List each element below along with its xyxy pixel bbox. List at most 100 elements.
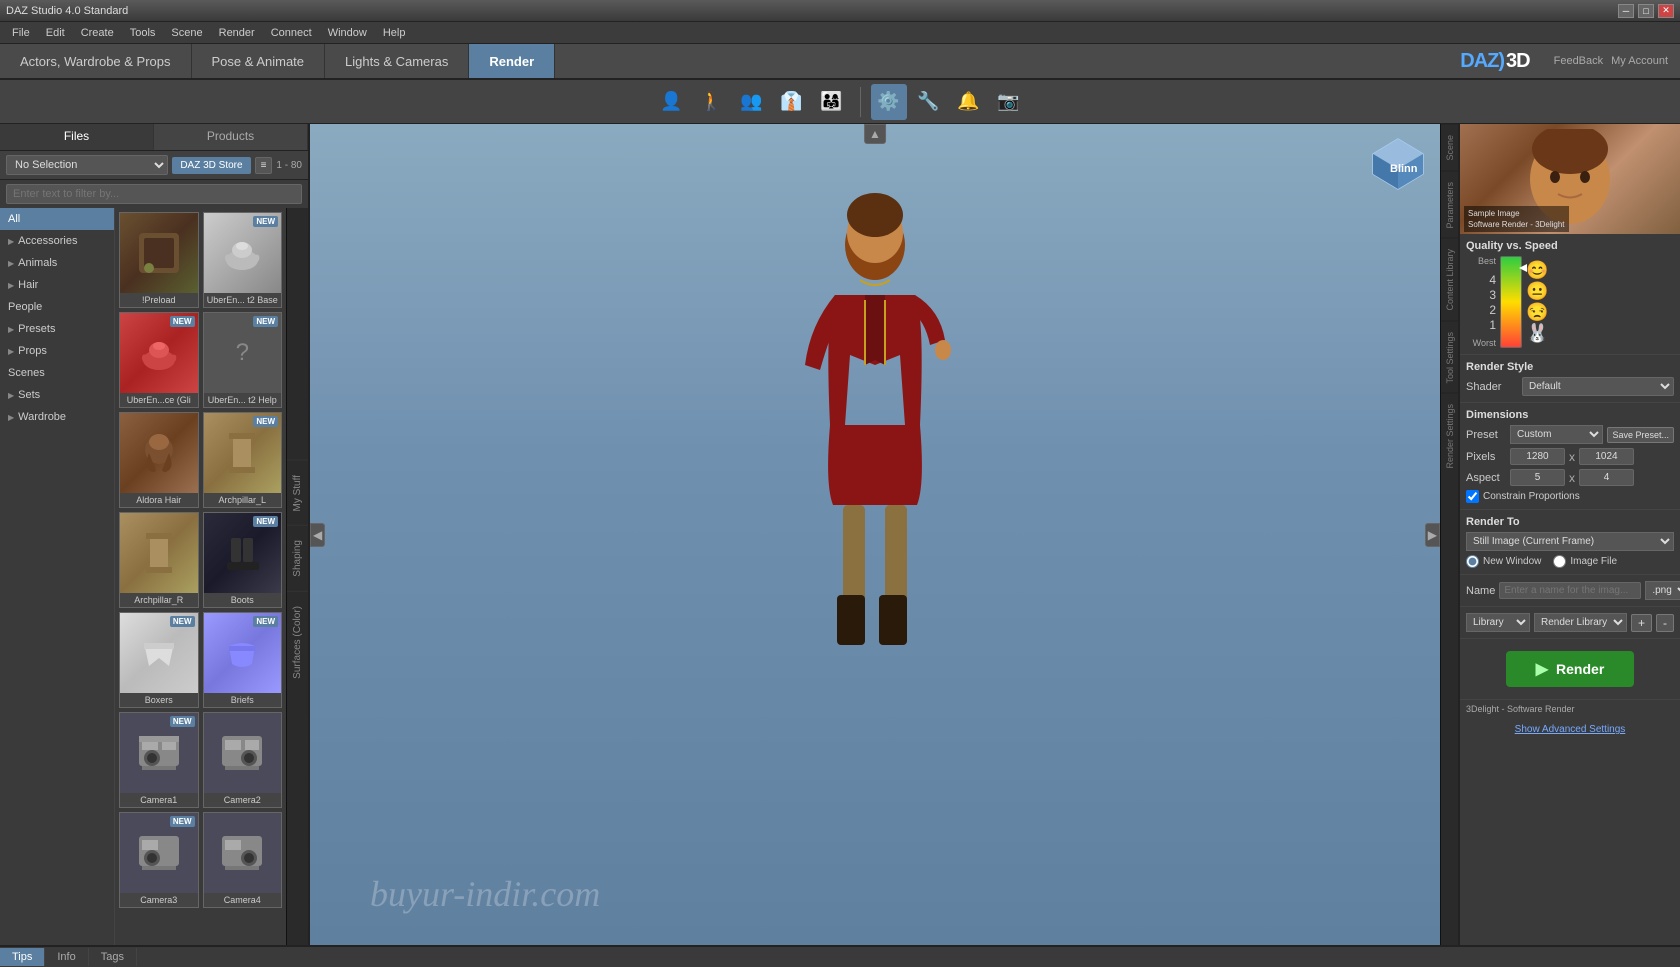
toolbar-icon-walk[interactable]: 🚶 bbox=[694, 84, 730, 120]
rps-tab-render-settings[interactable]: Render Settings bbox=[1441, 393, 1458, 479]
vtab-my-stuff[interactable]: My Stuff bbox=[287, 460, 308, 526]
selection-selector[interactable]: No Selection bbox=[6, 155, 168, 175]
menu-scene[interactable]: Scene bbox=[163, 25, 210, 41]
quality-section: Quality vs. Speed Best 4 3 2 1 Worst bbox=[1460, 234, 1680, 355]
panel-tab-products[interactable]: Products bbox=[154, 124, 308, 150]
library-type-select[interactable]: Library bbox=[1466, 613, 1530, 632]
menu-window[interactable]: Window bbox=[320, 25, 375, 41]
cat-all[interactable]: All bbox=[0, 208, 114, 230]
file-item[interactable]: Camera2 bbox=[203, 712, 283, 808]
left-collapse-arrow[interactable]: ◀ bbox=[310, 523, 325, 547]
aspect-height-input[interactable] bbox=[1579, 469, 1634, 486]
library-name-select[interactable]: Render Library bbox=[1534, 613, 1627, 632]
shader-select[interactable]: Default bbox=[1522, 377, 1674, 396]
file-item[interactable]: ? NEW UberEn... t2 Help bbox=[203, 312, 283, 408]
menu-render[interactable]: Render bbox=[211, 25, 263, 41]
cat-presets[interactable]: ▶Presets bbox=[0, 318, 114, 340]
file-label: Briefs bbox=[204, 693, 282, 707]
bottom-tab-info[interactable]: Info bbox=[45, 948, 88, 966]
toolbar-icon-family[interactable]: 👨‍👩‍👧 bbox=[814, 84, 850, 120]
menu-tools[interactable]: Tools bbox=[122, 25, 164, 41]
my-account-button[interactable]: My Account bbox=[1611, 55, 1668, 67]
tab-actors[interactable]: Actors, Wardrobe & Props bbox=[0, 44, 192, 78]
toolbar-icon-camera[interactable]: 📷 bbox=[991, 84, 1027, 120]
cat-sets[interactable]: ▶Sets bbox=[0, 384, 114, 406]
name-input[interactable] bbox=[1499, 582, 1641, 599]
aspect-width-input[interactable] bbox=[1510, 469, 1565, 486]
image-file-radio[interactable]: Image File bbox=[1553, 555, 1617, 568]
name-format-select[interactable]: .png .jpg bbox=[1645, 581, 1680, 600]
file-label: Archpillar_L bbox=[204, 493, 282, 507]
cat-animals[interactable]: ▶Animals bbox=[0, 252, 114, 274]
library-remove-button[interactable]: - bbox=[1656, 614, 1674, 632]
pixels-width-input[interactable] bbox=[1510, 448, 1565, 465]
menu-file[interactable]: File bbox=[4, 25, 38, 41]
file-item[interactable]: Aldora Hair bbox=[119, 412, 199, 508]
tab-lights[interactable]: Lights & Cameras bbox=[325, 44, 469, 78]
top-collapse-arrow[interactable]: ▲ bbox=[864, 124, 886, 144]
render-to-select[interactable]: Still Image (Current Frame) bbox=[1466, 532, 1674, 551]
daz-store-button[interactable]: DAZ 3D Store bbox=[172, 157, 250, 174]
file-item[interactable]: NEW Boxers bbox=[119, 612, 199, 708]
file-item[interactable]: NEW Boots bbox=[203, 512, 283, 608]
panel-tab-files[interactable]: Files bbox=[0, 124, 154, 150]
toolbar-icon-bell[interactable]: 🔔 bbox=[951, 84, 987, 120]
menu-create[interactable]: Create bbox=[73, 25, 122, 41]
file-item[interactable]: NEW UberEn... t2 Base bbox=[203, 212, 283, 308]
bottom-tab-tags[interactable]: Tags bbox=[89, 948, 137, 966]
cat-props[interactable]: ▶Props bbox=[0, 340, 114, 362]
menu-help[interactable]: Help bbox=[375, 25, 414, 41]
show-advanced-settings[interactable]: Show Advanced Settings bbox=[1460, 718, 1680, 741]
feedback-button[interactable]: FeedBack bbox=[1554, 55, 1604, 67]
tab-pose[interactable]: Pose & Animate bbox=[192, 44, 326, 78]
preview-area: Sample Image Software Render - 3Delight bbox=[1460, 124, 1680, 234]
constrain-checkbox[interactable] bbox=[1466, 490, 1479, 503]
cat-wardrobe[interactable]: ▶Wardrobe bbox=[0, 406, 114, 428]
file-item[interactable]: NEW Camera1 bbox=[119, 712, 199, 808]
rps-tab-parameters[interactable]: Parameters bbox=[1441, 171, 1458, 239]
file-item[interactable]: NEW Archpillar_L bbox=[203, 412, 283, 508]
toolbar-icon-wrench[interactable]: 🔧 bbox=[911, 84, 947, 120]
file-thumbnail bbox=[204, 813, 282, 893]
vtab-surfaces[interactable]: Surfaces (Color) bbox=[287, 591, 308, 693]
file-label: Camera1 bbox=[120, 793, 198, 807]
expand-button[interactable]: ≡ bbox=[255, 157, 273, 174]
save-preset-button[interactable]: Save Preset... bbox=[1607, 427, 1674, 443]
search-input[interactable] bbox=[6, 184, 302, 204]
file-item[interactable]: Camera4 bbox=[203, 812, 283, 908]
right-collapse-arrow[interactable]: ▶ bbox=[1425, 523, 1440, 547]
vtab-shaping[interactable]: Shaping bbox=[287, 525, 308, 591]
file-item[interactable]: Archpillar_R bbox=[119, 512, 199, 608]
rps-tab-content-library[interactable]: Content Library bbox=[1441, 238, 1458, 321]
new-window-radio[interactable]: New Window bbox=[1466, 555, 1541, 568]
toolbar-icon-wardrobe[interactable]: 👔 bbox=[774, 84, 810, 120]
file-item[interactable]: NEW UberEn...ce (Gli bbox=[119, 312, 199, 408]
rps-tab-tool-settings[interactable]: Tool Settings bbox=[1441, 321, 1458, 394]
close-button[interactable]: ✕ bbox=[1658, 4, 1674, 18]
toolbar-icon-person[interactable]: 👤 bbox=[654, 84, 690, 120]
menu-edit[interactable]: Edit bbox=[38, 25, 73, 41]
toolbar-icon-group[interactable]: 👥 bbox=[734, 84, 770, 120]
file-item[interactable]: NEW Camera3 bbox=[119, 812, 199, 908]
file-item[interactable]: NEW Briefs bbox=[203, 612, 283, 708]
rps-tab-scene[interactable]: Scene bbox=[1441, 124, 1458, 171]
cat-hair[interactable]: ▶Hair bbox=[0, 274, 114, 296]
render-button-section: ▶ Render bbox=[1460, 639, 1680, 699]
toolbar-icon-settings[interactable]: ⚙️ bbox=[871, 84, 907, 120]
preset-select[interactable]: Custom bbox=[1510, 425, 1603, 444]
bottom-tab-tips[interactable]: Tips bbox=[0, 948, 45, 966]
tab-render[interactable]: Render bbox=[469, 44, 555, 78]
toolbar: 👤 🚶 👥 👔 👨‍👩‍👧 ⚙️ 🔧 🔔 📷 bbox=[0, 80, 1680, 124]
file-item[interactable]: !Preload bbox=[119, 212, 199, 308]
library-add-button[interactable]: + bbox=[1631, 614, 1652, 632]
left-panel-tabs: Files Products bbox=[0, 124, 308, 151]
pixels-height-input[interactable] bbox=[1579, 448, 1634, 465]
render-footer: 3Delight - Software Render bbox=[1460, 699, 1680, 718]
minimize-button[interactable]: ─ bbox=[1618, 4, 1634, 18]
menu-connect[interactable]: Connect bbox=[263, 25, 320, 41]
render-button[interactable]: ▶ Render bbox=[1506, 651, 1635, 687]
cat-people[interactable]: People bbox=[0, 296, 114, 318]
cat-accessories[interactable]: ▶Accessories bbox=[0, 230, 114, 252]
cat-scenes[interactable]: Scenes bbox=[0, 362, 114, 384]
maximize-button[interactable]: □ bbox=[1638, 4, 1654, 18]
